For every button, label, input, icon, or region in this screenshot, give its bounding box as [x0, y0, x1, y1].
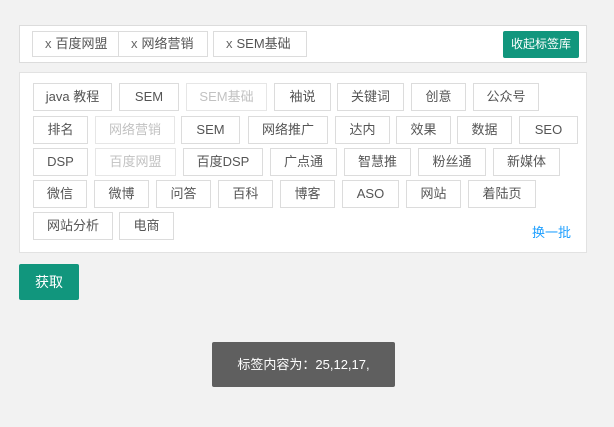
tag-item[interactable]: 博客 — [280, 180, 335, 208]
tag-item[interactable]: 网站 — [406, 180, 461, 208]
tag-item[interactable]: 问答 — [156, 180, 211, 208]
selected-tag-label: 网络营销 — [141, 36, 194, 51]
remove-icon[interactable]: x — [131, 36, 138, 51]
tag-item[interactable]: 达内 — [335, 116, 390, 144]
tag-item[interactable]: 百科 — [218, 180, 273, 208]
tag-item[interactable]: 网站分析 — [33, 212, 113, 240]
selected-tag[interactable]: x 百度网盟 — [32, 31, 119, 57]
tag-item[interactable]: 智慧推 — [344, 148, 411, 176]
swap-batch-link[interactable]: 换一批 — [532, 222, 571, 241]
tag-item[interactable]: 关键词 — [337, 83, 404, 111]
tag-item[interactable]: 数据 — [457, 116, 512, 144]
tag-item[interactable]: 公众号 — [473, 83, 539, 111]
tag-item[interactable]: ASO — [342, 180, 399, 208]
remove-icon[interactable]: x — [226, 36, 233, 51]
tag-item[interactable]: 百度DSP — [183, 148, 263, 176]
tag-item[interactable]: 网络推广 — [248, 116, 328, 144]
tag-item-disabled: 百度网盟 — [95, 148, 176, 176]
toast-message: 标签内容为：25,12,17, — [212, 342, 395, 387]
tag-item[interactable]: 广点通 — [270, 148, 337, 176]
selected-tags-bar: x 百度网盟 x 网络营销 x SEM基础 收起标签库 — [19, 25, 587, 63]
tag-item[interactable]: 电商 — [119, 212, 174, 240]
tag-item[interactable]: SEM — [181, 116, 240, 144]
tag-item-disabled: SEM基础 — [186, 83, 267, 111]
tag-item[interactable]: SEO — [519, 116, 578, 144]
tag-item[interactable]: java 教程 — [33, 83, 112, 111]
remove-icon[interactable]: x — [45, 36, 52, 51]
tag-item[interactable]: 微博 — [94, 180, 149, 208]
tag-item[interactable]: 微信 — [33, 180, 87, 208]
collapse-tag-library-button[interactable]: 收起标签库 — [502, 31, 579, 58]
tag-item[interactable]: 效果 — [396, 116, 451, 144]
tag-library-panel: java 教程 SEM SEM基础 袖说 关键词 创意 公众号 排名 网络营销 … — [19, 72, 587, 253]
fetch-button[interactable]: 获取 — [19, 264, 79, 300]
tag-item-disabled: 网络营销 — [95, 116, 175, 144]
tag-item[interactable]: 新媒体 — [493, 148, 560, 176]
tag-item[interactable]: SEM — [119, 83, 179, 111]
tag-item[interactable]: 排名 — [33, 116, 88, 144]
tag-item[interactable]: DSP — [33, 148, 88, 176]
tag-item[interactable]: 创意 — [411, 83, 466, 111]
tag-item[interactable]: 着陆页 — [468, 180, 536, 208]
selected-tag[interactable]: x SEM基础 — [213, 31, 307, 57]
selected-tag-label: 百度网盟 — [55, 36, 108, 51]
selected-tag[interactable]: x 网络营销 — [118, 31, 208, 57]
tag-item[interactable]: 袖说 — [274, 83, 331, 111]
selected-tag-label: SEM基础 — [236, 36, 291, 51]
tag-item[interactable]: 粉丝通 — [418, 148, 486, 176]
